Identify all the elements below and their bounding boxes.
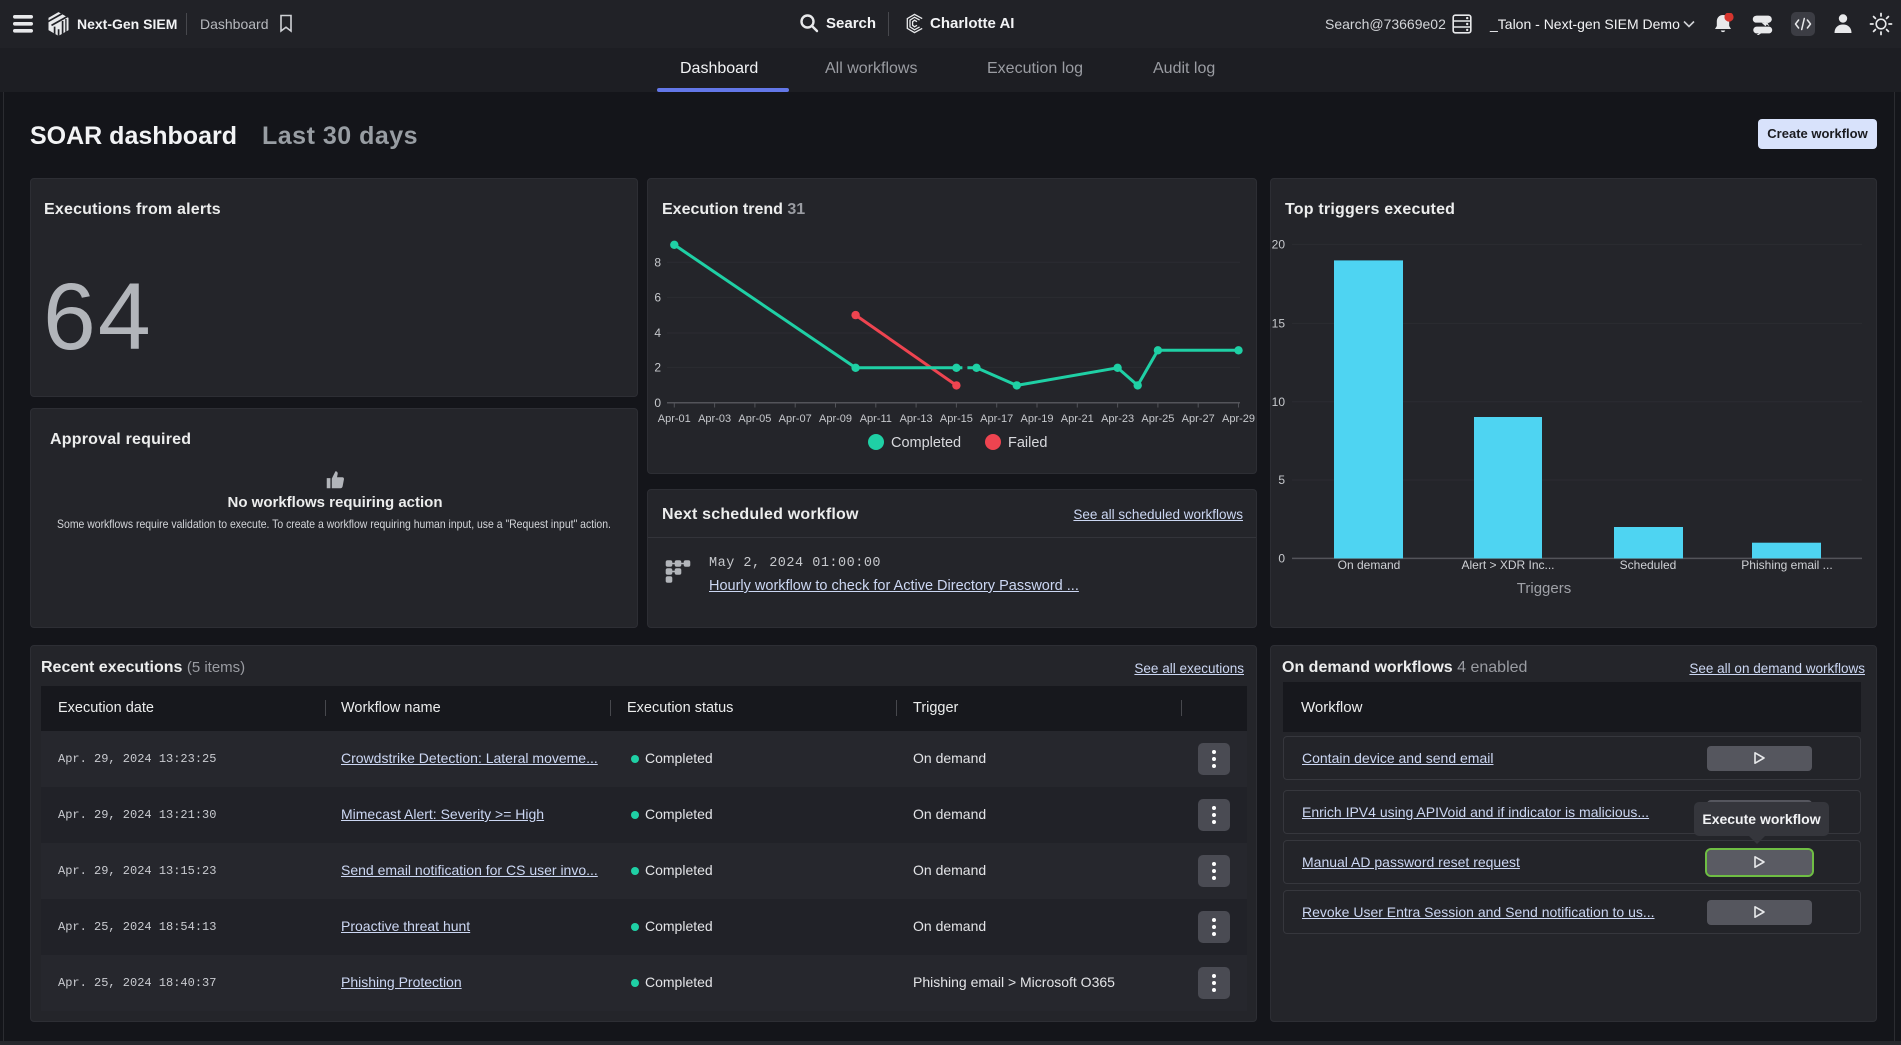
svg-text:Apr-09: Apr-09 [819, 413, 852, 425]
svg-text:Completed: Completed [891, 435, 961, 451]
svg-text:Apr-13: Apr-13 [900, 413, 933, 425]
svg-text:Apr-27: Apr-27 [1182, 413, 1215, 425]
svg-text:Failed: Failed [1008, 435, 1048, 451]
svg-text:8: 8 [654, 256, 661, 270]
svg-text:Apr-15: Apr-15 [940, 413, 973, 425]
svg-text:Scheduled: Scheduled [1620, 558, 1677, 572]
svg-text:5: 5 [1278, 473, 1285, 487]
svg-text:Apr-29: Apr-29 [1222, 413, 1255, 425]
svg-text:Apr-03: Apr-03 [698, 413, 731, 425]
svg-text:10: 10 [1272, 395, 1286, 409]
svg-text:20: 20 [1272, 238, 1286, 252]
svg-text:Apr-01: Apr-01 [658, 413, 691, 425]
svg-text:Apr-11: Apr-11 [860, 413, 892, 425]
svg-text:6: 6 [654, 291, 661, 305]
svg-text:15: 15 [1272, 317, 1286, 331]
svg-text:Apr-23: Apr-23 [1101, 413, 1134, 425]
svg-text:Alert > XDR Inc...: Alert > XDR Inc... [1461, 558, 1554, 572]
svg-text:Phishing email ...: Phishing email ... [1741, 558, 1832, 572]
svg-text:Apr-07: Apr-07 [779, 413, 812, 425]
svg-text:Apr-21: Apr-21 [1061, 413, 1094, 425]
svg-text:Apr-19: Apr-19 [1020, 413, 1053, 425]
svg-text:Triggers: Triggers [1517, 580, 1571, 597]
svg-text:0: 0 [654, 396, 661, 410]
svg-text:4: 4 [654, 326, 661, 340]
svg-text:2: 2 [654, 361, 661, 375]
svg-text:Apr-17: Apr-17 [980, 413, 1013, 425]
svg-text:On demand: On demand [1338, 558, 1401, 572]
svg-text:0: 0 [1278, 552, 1285, 566]
svg-text:Apr-25: Apr-25 [1141, 413, 1174, 425]
svg-text:Apr-05: Apr-05 [738, 413, 771, 425]
